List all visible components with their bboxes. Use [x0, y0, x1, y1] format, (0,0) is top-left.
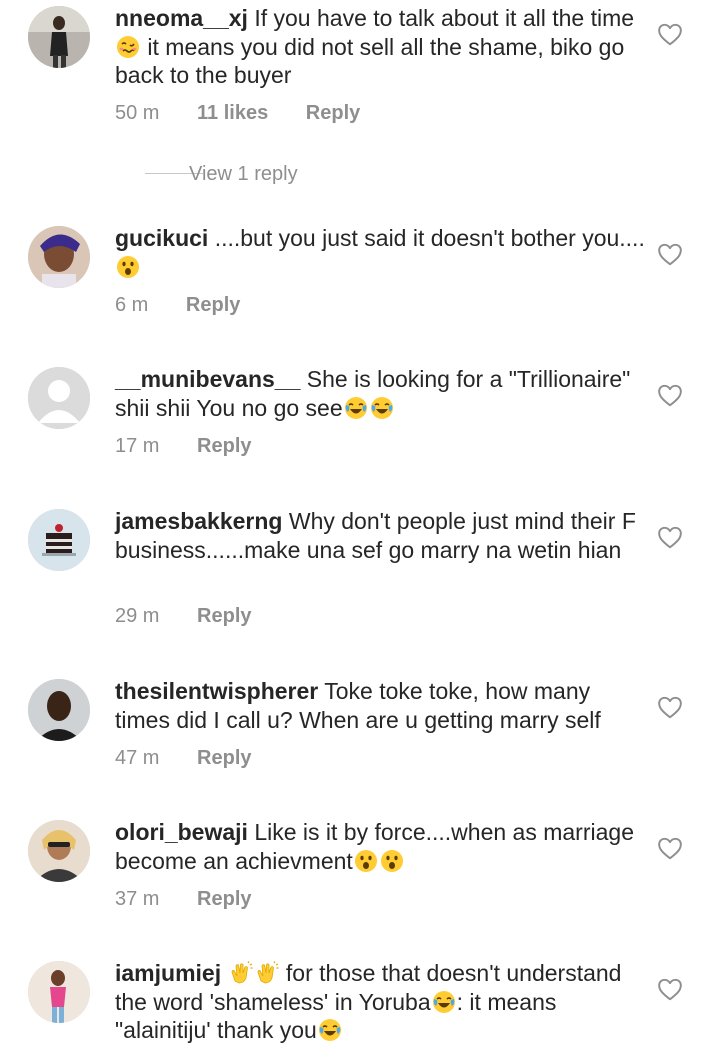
username[interactable]: thesilentwispherer: [115, 678, 318, 704]
timestamp: 50 m: [115, 102, 160, 124]
reply-button[interactable]: Reply: [197, 747, 251, 770]
reply-button[interactable]: Reply: [306, 102, 360, 125]
tears-of-joy-emoji-icon: [432, 990, 456, 1014]
reply-button[interactable]: Reply: [197, 605, 251, 628]
comment-text: nneoma__xj If you have to talk about it …: [115, 5, 635, 88]
reply-button[interactable]: Reply: [186, 294, 240, 317]
avatar[interactable]: [28, 367, 90, 429]
avatar[interactable]: [28, 6, 90, 68]
tears-of-joy-emoji-icon: [370, 396, 394, 420]
username[interactable]: gucikuci: [115, 225, 208, 251]
username[interactable]: jamesbakkerng: [115, 508, 282, 534]
clapping-hands-emoji-icon: [255, 961, 279, 985]
timestamp: 29 m: [115, 605, 160, 627]
avatar[interactable]: [28, 226, 90, 288]
timestamp: 47 m: [115, 747, 160, 769]
timestamp: 17 m: [115, 435, 160, 457]
comment-text: __munibevans__ She is looking for a "Tri…: [115, 366, 631, 421]
avatar[interactable]: [28, 820, 90, 882]
avatar[interactable]: [28, 509, 90, 571]
comment-meta: 29 m Reply: [115, 605, 252, 628]
comment-meta: 37 m Reply: [115, 888, 252, 911]
tears-of-joy-emoji-icon: [344, 396, 368, 420]
comment-meta: 47 m Reply: [115, 747, 252, 770]
timestamp: 6 m: [115, 294, 149, 316]
tears-of-joy-emoji-icon: [318, 1018, 342, 1042]
astonished-face-emoji-icon: [116, 255, 140, 279]
heart-icon[interactable]: [657, 977, 683, 1001]
comment-meta: 6 m Reply: [115, 294, 240, 317]
reply-button[interactable]: Reply: [197, 888, 251, 911]
timestamp: 37 m: [115, 888, 160, 910]
heart-icon[interactable]: [657, 22, 683, 46]
heart-icon[interactable]: [657, 242, 683, 266]
comment-text: gucikuci ....but you just said it doesn'…: [115, 224, 645, 281]
comment-meta: 50 m 11 likes Reply: [115, 102, 360, 125]
comment-text: jamesbakkerng Why don't people just mind…: [115, 508, 636, 563]
avatar[interactable]: [28, 679, 90, 741]
heart-icon[interactable]: [657, 525, 683, 549]
heart-icon[interactable]: [657, 695, 683, 719]
username[interactable]: nneoma__xj: [115, 5, 248, 31]
username[interactable]: __munibevans__: [115, 366, 300, 392]
comment-text: iamjumiej for those that doesn't underst…: [115, 960, 622, 1043]
clapping-hands-emoji-icon: [229, 961, 253, 985]
comment-meta: 17 m Reply: [115, 435, 252, 458]
likes-count[interactable]: 11 likes: [197, 102, 268, 125]
astonished-face-emoji-icon: [354, 849, 378, 873]
astonished-face-emoji-icon: [380, 849, 404, 873]
heart-icon[interactable]: [657, 383, 683, 407]
username[interactable]: iamjumiej: [115, 960, 221, 986]
reply-button[interactable]: Reply: [197, 435, 251, 458]
comment-text: olori_bewaji Like is it by force....when…: [115, 819, 634, 874]
view-replies-label[interactable]: View 1 reply: [189, 160, 298, 188]
username[interactable]: olori_bewaji: [115, 819, 248, 845]
woozy-face-emoji-icon: [116, 35, 140, 59]
avatar[interactable]: [28, 961, 90, 1023]
comment-text: thesilentwispherer Toke toke toke, how m…: [115, 678, 601, 733]
heart-icon[interactable]: [657, 836, 683, 860]
